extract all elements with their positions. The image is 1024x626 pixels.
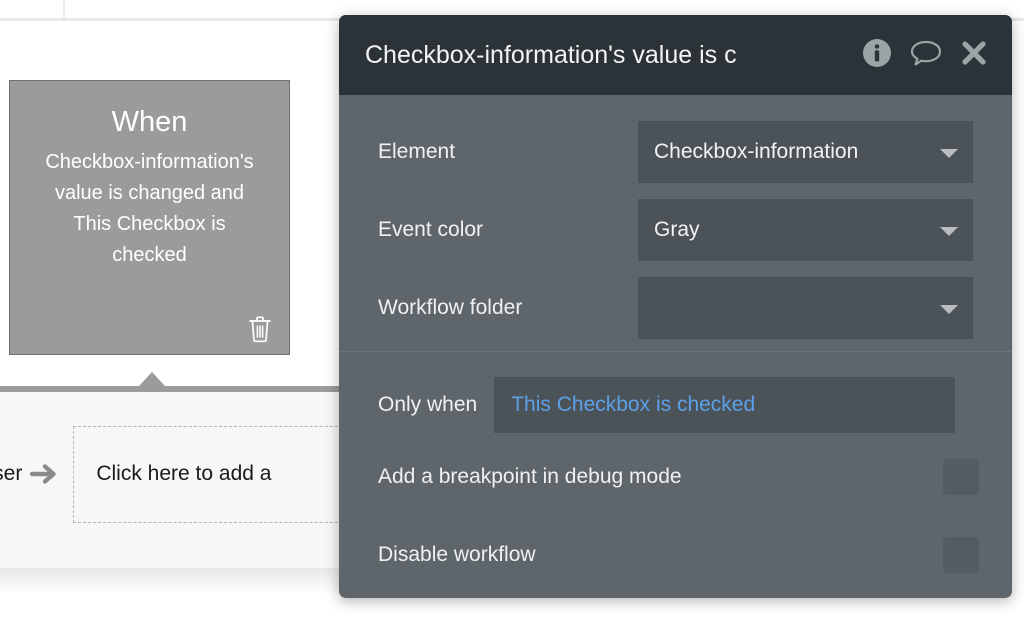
action-panel: User Click here to add a (0, 386, 374, 568)
workflow-event-card[interactable]: When Checkbox-information's value is cha… (9, 80, 290, 355)
only-when-label: Only when (378, 393, 478, 416)
app-root: When Checkbox-information's value is cha… (0, 0, 1024, 626)
breakpoint-checkbox[interactable] (943, 458, 979, 495)
info-icon[interactable] (862, 38, 892, 73)
panel-pointer-arrow (139, 372, 165, 386)
disable-workflow-label: Disable workflow (378, 542, 536, 566)
field-row-element: Element Checkbox-information (339, 121, 1012, 183)
element-dropdown[interactable]: Checkbox-information (638, 121, 973, 183)
event-color-dropdown-value: Gray (654, 218, 700, 241)
only-when-row: Only when This Checkbox is checked (339, 377, 1012, 433)
event-card-title: When (111, 106, 188, 138)
dialog-title: Checkbox-information's value is c (365, 40, 737, 69)
workflow-folder-dropdown[interactable] (638, 277, 973, 339)
field-row-event-color: Event color Gray (339, 199, 1012, 261)
section-divider (339, 351, 1012, 352)
field-label-workflow-folder: Workflow folder (378, 296, 523, 319)
dialog-body: Element Checkbox-information Event color… (339, 95, 1012, 598)
field-row-workflow-folder: Workflow folder (339, 277, 1012, 339)
arrow-right-icon (22, 462, 68, 486)
only-when-expression-value: This Checkbox is checked (511, 393, 756, 416)
field-label-element: Element (378, 140, 456, 163)
event-card-description: Checkbox-information's value is changed … (45, 151, 254, 266)
only-when-expression-field[interactable]: This Checkbox is checked (494, 377, 956, 433)
dialog-header[interactable]: Checkbox-information's value is c (339, 15, 1012, 95)
add-action-button[interactable]: Click here to add a (73, 425, 374, 523)
chevron-down-icon (940, 149, 958, 158)
field-label-event-color: Event color (378, 218, 484, 241)
breakpoint-row: Add a breakpoint in debug mode (339, 442, 1012, 511)
disable-workflow-row: Disable workflow (339, 520, 1012, 589)
action-panel-shadow (0, 568, 344, 594)
action-row: User Click here to add a (0, 425, 374, 523)
breakpoint-label: Add a breakpoint in debug mode (378, 464, 682, 488)
trash-icon[interactable] (247, 314, 273, 344)
property-editor-dialog: Checkbox-information's value is c Elemen… (339, 15, 1012, 598)
event-color-dropdown[interactable]: Gray (638, 199, 973, 261)
add-action-label: Click here to add a (96, 462, 272, 485)
chevron-down-icon (940, 305, 958, 314)
action-preceding-label: User (0, 462, 23, 485)
disable-workflow-checkbox[interactable] (943, 536, 979, 573)
close-icon[interactable] (960, 39, 988, 72)
canvas-top-divider (63, 0, 65, 19)
chevron-down-icon (940, 227, 958, 236)
comment-icon[interactable] (910, 38, 942, 73)
dialog-header-icons (862, 38, 988, 73)
element-dropdown-value: Checkbox-information (654, 140, 859, 163)
